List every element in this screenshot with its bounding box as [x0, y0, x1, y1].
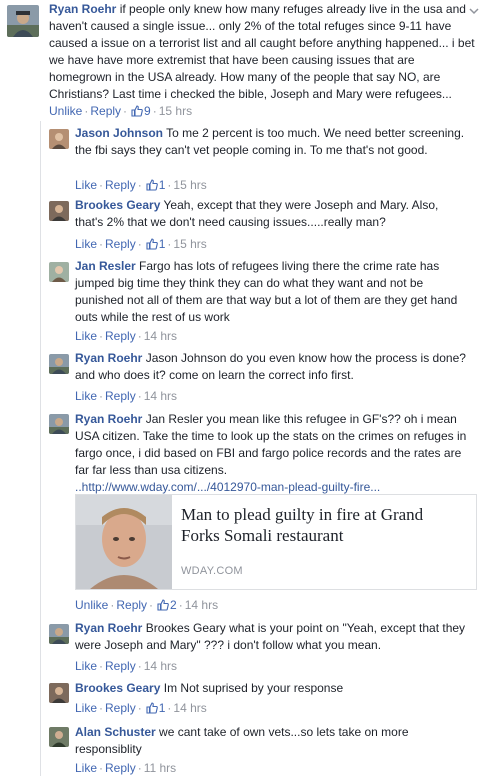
like-count[interactable]: 2 [170, 598, 177, 612]
like-link[interactable]: Like [75, 701, 97, 715]
reply-body: Jason Johnson To me 2 percent is too muc… [75, 125, 469, 159]
unlike-link[interactable]: Unlike [49, 104, 82, 118]
preview-source: WDAY.COM [181, 565, 243, 577]
reply-actions: Like · Reply · 1 · 14 hrs [75, 701, 207, 715]
timestamp[interactable]: 14 hrs [185, 598, 218, 612]
reply-body: Alan Schuster we cant take of own vets..… [75, 724, 469, 758]
reply-link[interactable]: Reply [90, 104, 121, 118]
reply-author[interactable]: Jason Johnson [75, 126, 163, 140]
avatar[interactable] [49, 354, 69, 374]
reply-text: Im Not suprised by your response [163, 681, 344, 695]
avatar[interactable] [49, 414, 69, 434]
chevron-down-icon[interactable] [469, 4, 479, 15]
reply-link[interactable]: Reply [105, 237, 136, 251]
like-count[interactable]: 9 [144, 104, 151, 118]
reply-item: Jan Resler Fargo has lots of refugees li… [0, 252, 481, 348]
reply-author[interactable]: Brookes Geary [75, 198, 160, 212]
reply-link[interactable]: Reply [105, 659, 136, 673]
timestamp[interactable]: 11 hrs [144, 761, 176, 775]
reply-actions: Unlike · Reply · 2 · 14 hrs [75, 598, 219, 612]
reply-item: Ryan Roehr Brookes Geary what is your po… [0, 614, 481, 675]
reply-item: Ryan Roehr Jason Johnson do you even kno… [0, 348, 481, 409]
preview-title[interactable]: Man to plead guilty in fire at Grand For… [181, 504, 466, 546]
timestamp[interactable]: 14 hrs [144, 389, 177, 403]
timestamp[interactable]: 15 hrs [173, 178, 206, 192]
reply-actions: Like · Reply · 14 hrs [75, 329, 178, 343]
reply-body: Ryan Roehr Jan Resler you mean like this… [75, 411, 469, 496]
timestamp[interactable]: 15 hrs [159, 104, 192, 118]
reply-author[interactable]: Ryan Roehr [75, 621, 142, 635]
reply-author[interactable]: Ryan Roehr [75, 412, 142, 426]
comment-ryan-roehr: Ryan Roehr if people only knew how many … [0, 0, 481, 121]
avatar[interactable] [49, 129, 69, 149]
avatar[interactable] [49, 201, 69, 221]
comment-text: if people only knew how many refuges alr… [49, 2, 475, 101]
timestamp[interactable]: 14 hrs [173, 701, 206, 715]
thumbs-up-icon [146, 238, 158, 250]
like-link[interactable]: Like [75, 178, 97, 192]
reply-body: Ryan Roehr Brookes Geary what is your po… [75, 620, 469, 654]
avatar[interactable] [49, 727, 69, 747]
thumbs-up-icon [157, 599, 169, 611]
reply-actions: Like · Reply · 14 hrs [75, 659, 178, 673]
like-link[interactable]: Like [75, 761, 97, 775]
reply-author[interactable]: Jan Resler [75, 259, 136, 273]
timestamp[interactable]: 14 hrs [144, 659, 177, 673]
avatar[interactable] [49, 262, 69, 282]
reply-item: Brookes Geary Yeah, except that they wer… [0, 191, 481, 252]
avatar[interactable] [49, 683, 69, 703]
reply-body: Jan Resler Fargo has lots of refugees li… [75, 258, 469, 326]
reply-author[interactable]: Ryan Roehr [75, 351, 142, 365]
reply-link[interactable]: Reply [105, 761, 136, 775]
comment-author[interactable]: Ryan Roehr [49, 2, 116, 16]
like-link[interactable]: Like [75, 329, 97, 343]
reply-author[interactable]: Brookes Geary [75, 681, 160, 695]
reply-link[interactable]: Reply [105, 178, 136, 192]
reply-link[interactable]: Reply [116, 598, 147, 612]
reply-item: Alan Schuster we cant take of own vets..… [0, 719, 481, 776]
article-link[interactable]: ..http://www.wday.com/.../4012970-man-pl… [75, 480, 380, 494]
reply-link[interactable]: Reply [105, 701, 136, 715]
avatar[interactable] [49, 624, 69, 644]
comment-body: Ryan Roehr if people only knew how many … [49, 1, 477, 103]
avatar[interactable] [7, 5, 39, 37]
reply-link[interactable]: Reply [105, 389, 136, 403]
reply-actions: Like · Reply · 14 hrs [75, 389, 178, 403]
comment-actions: Unlike · Reply · 9 · 15 hrs [49, 104, 193, 118]
reply-link[interactable]: Reply [105, 329, 136, 343]
timestamp[interactable]: 14 hrs [144, 329, 177, 343]
reply-author[interactable]: Alan Schuster [75, 725, 156, 739]
reply-body: Ryan Roehr Jason Johnson do you even kno… [75, 350, 469, 384]
timestamp[interactable]: 15 hrs [173, 237, 206, 251]
reply-body: Brookes Geary Im Not suprised by your re… [75, 680, 469, 697]
reply-item: Brookes Geary Im Not suprised by your re… [0, 675, 481, 719]
like-link[interactable]: Like [75, 389, 97, 403]
thumbs-up-icon [131, 105, 143, 117]
like-link[interactable]: Like [75, 237, 97, 251]
reply-body: Brookes Geary Yeah, except that they wer… [75, 197, 469, 231]
reply-actions: Like · Reply · 11 hrs [75, 761, 177, 775]
unlike-link[interactable]: Unlike [75, 598, 108, 612]
reply-actions: Like · Reply · 1 · 15 hrs [75, 237, 207, 251]
like-link[interactable]: Like [75, 659, 97, 673]
preview-thumbnail [76, 495, 172, 589]
thumbs-up-icon [146, 179, 158, 191]
thumbs-up-icon [146, 702, 158, 714]
link-preview-card[interactable]: Man to plead guilty in fire at Grand For… [75, 494, 477, 590]
reply-item: Jason Johnson To me 2 percent is too muc… [0, 121, 481, 192]
